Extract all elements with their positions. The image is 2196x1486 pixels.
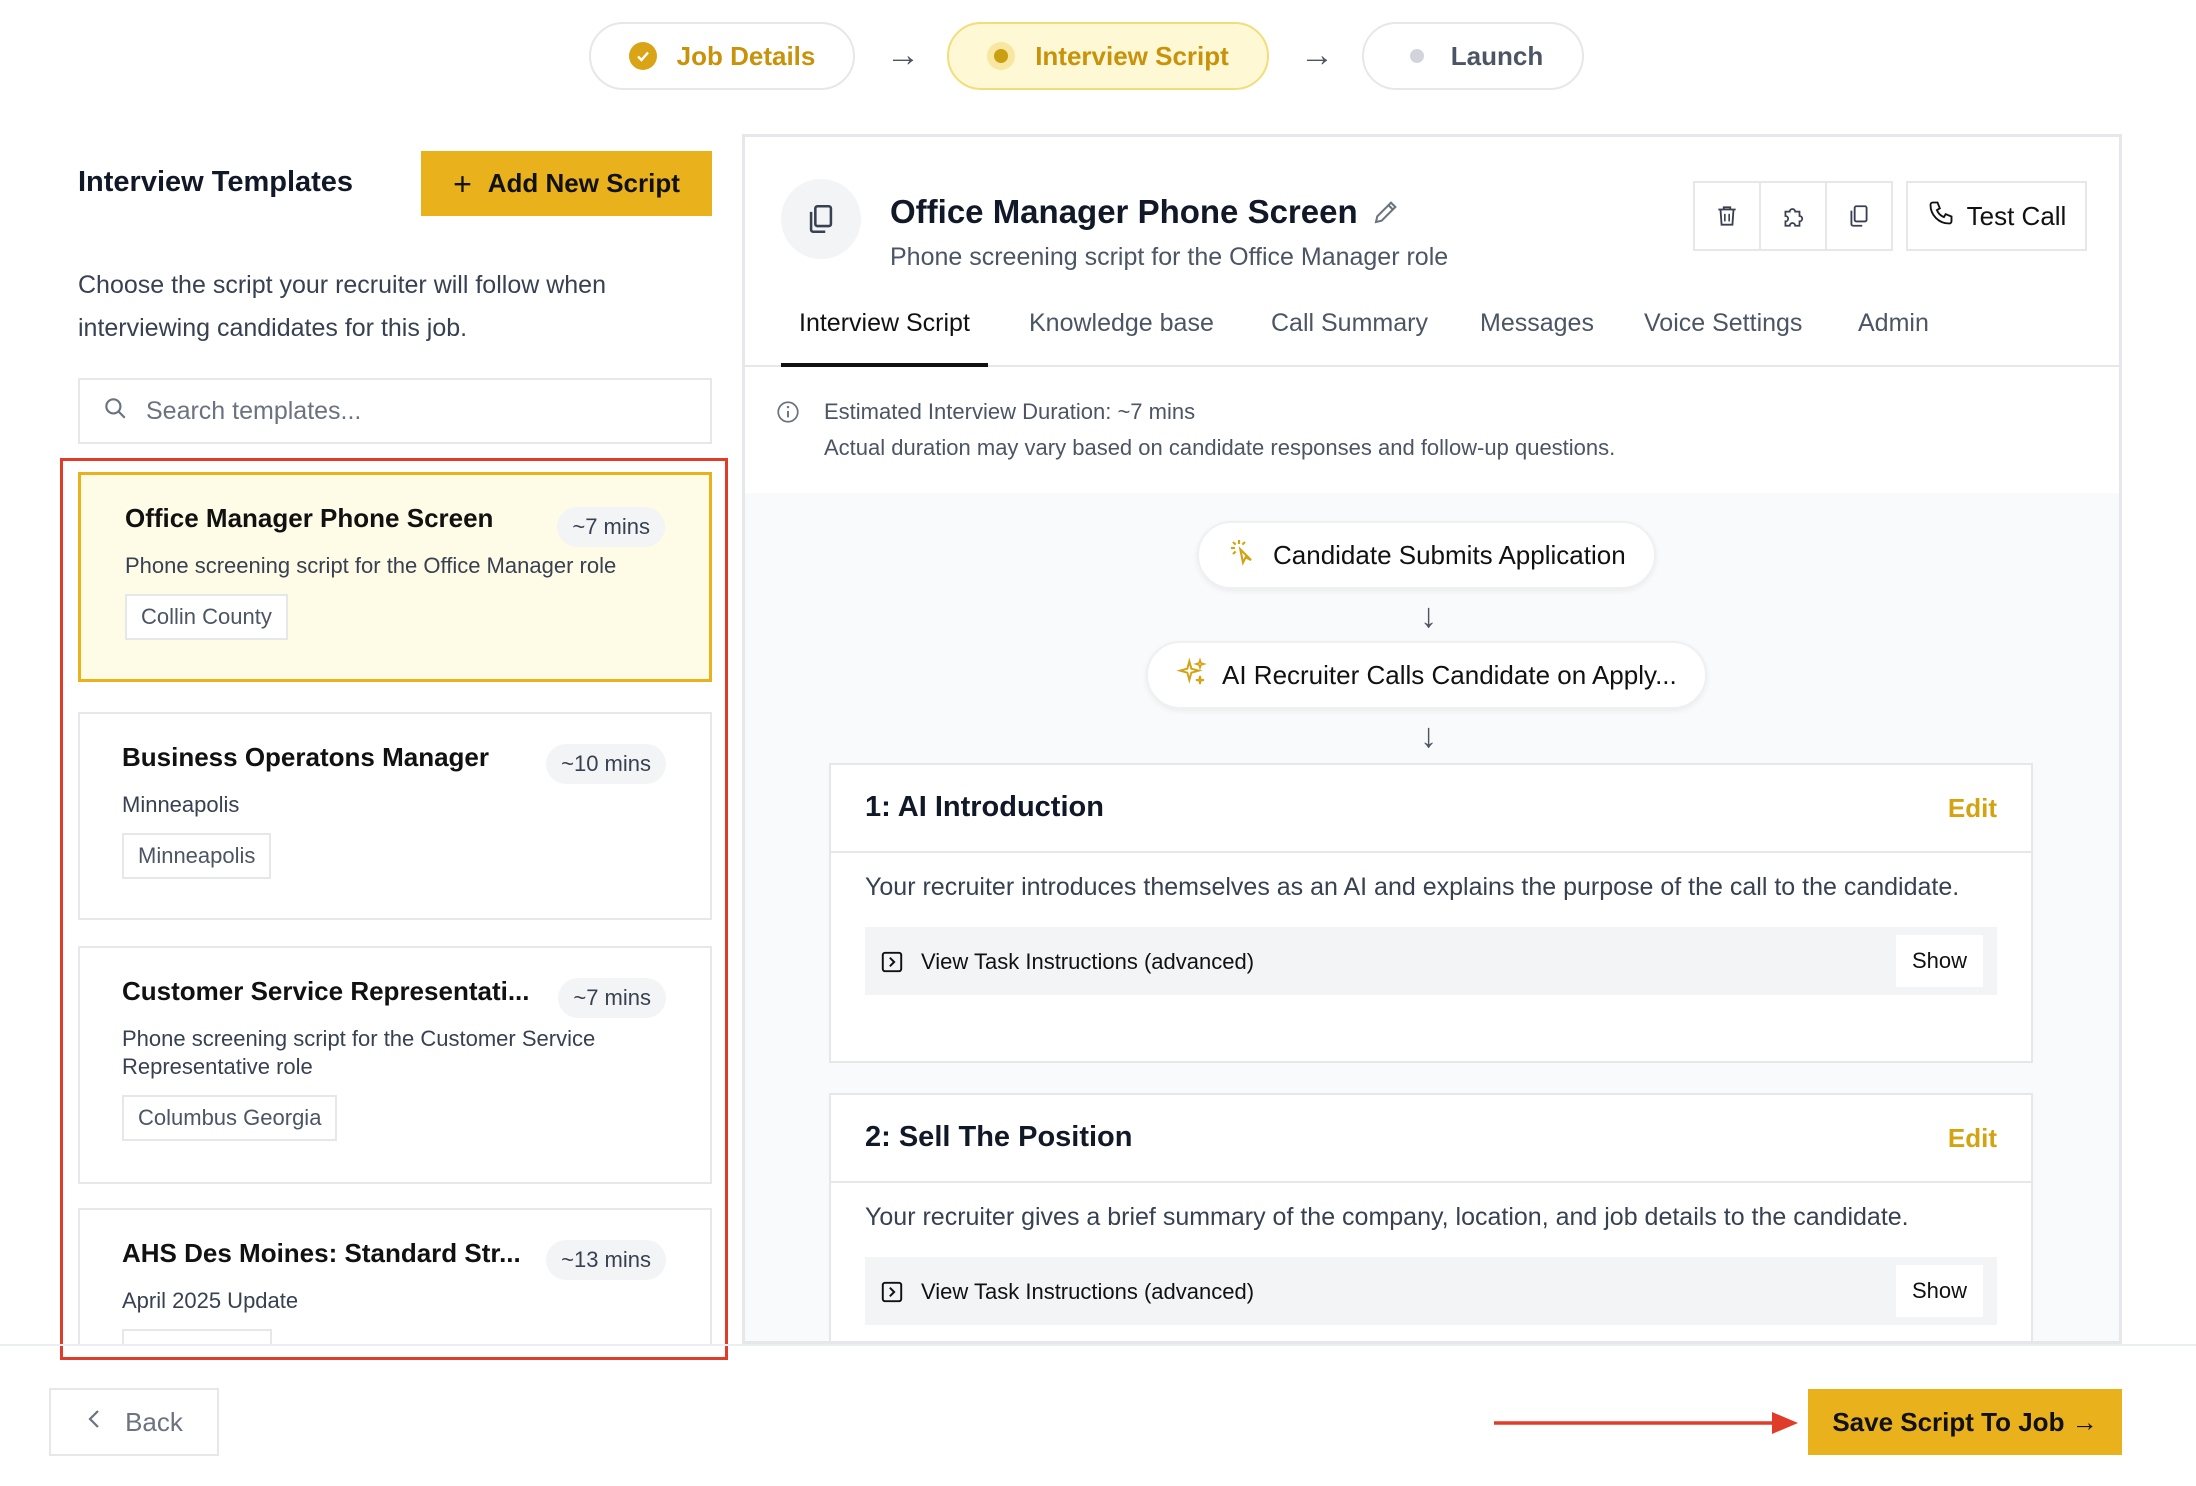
step-description: Your recruiter gives a brief summary of …	[865, 1203, 1909, 1231]
edit-link[interactable]: Edit	[1948, 1123, 1997, 1154]
search-icon	[102, 395, 128, 428]
trigger-label: Candidate Submits Application	[1273, 539, 1626, 570]
show-button[interactable]: Show	[1895, 935, 1983, 987]
step-label: Interview Script	[1035, 40, 1229, 71]
script-subtitle: Phone screening script for the Office Ma…	[890, 243, 1449, 271]
sparkles-icon	[1176, 656, 1208, 695]
document-icon	[781, 179, 861, 259]
tab-admin[interactable]: Admin	[1858, 297, 1929, 367]
show-button[interactable]: Show	[1895, 1265, 1983, 1317]
puzzle-icon[interactable]	[1761, 183, 1827, 249]
step-title: 1: AI Introduction	[865, 791, 1104, 823]
tab-interview-script[interactable]: Interview Script	[781, 297, 988, 367]
add-new-script-button[interactable]: + Add New Script	[421, 151, 712, 216]
script-step-card: 1: AI Introduction Edit Your recruiter i…	[829, 763, 2033, 1063]
arrow-down-icon: ↓	[1420, 597, 1437, 635]
action-node[interactable]: AI Recruiter Calls Candidate on Apply...	[1146, 641, 1707, 709]
script-title: Office Manager Phone Screen	[890, 193, 1358, 230]
task-instructions-row[interactable]: View Task Instructions (advanced) Show	[865, 927, 1997, 995]
templates-title: Interview Templates	[78, 166, 354, 198]
expand-square-icon	[879, 1279, 905, 1310]
back-button[interactable]: Back	[49, 1388, 219, 1456]
step-label: Job Details	[676, 40, 816, 71]
step-interview-script[interactable]: Interview Script	[947, 22, 1269, 90]
trigger-node[interactable]: Candidate Submits Application	[1197, 521, 1656, 589]
tab-messages[interactable]: Messages	[1480, 297, 1594, 367]
add-new-script-label: Add New Script	[487, 168, 680, 198]
step-label: Launch	[1450, 40, 1544, 71]
plus-icon: +	[453, 165, 472, 202]
estimate-note: Actual duration may vary based on candid…	[824, 435, 1616, 460]
active-dot-icon	[987, 42, 1016, 70]
expand-square-icon	[879, 949, 905, 980]
templates-description: Choose the script your recruiter will fo…	[78, 271, 606, 342]
pencil-icon[interactable]	[1371, 197, 1401, 232]
duration-estimate: Estimated Interview Duration: ~7 mins Ac…	[745, 369, 2119, 493]
step-title: 2: Sell The Position	[865, 1121, 1133, 1153]
script-step-card: 2: Sell The Position Edit Your recruiter…	[829, 1093, 2033, 1341]
script-actions	[1693, 181, 1893, 251]
tab-voice-settings[interactable]: Voice Settings	[1644, 297, 1802, 367]
annotation-arrow	[1494, 1412, 1798, 1434]
tab-knowledge-base[interactable]: Knowledge base	[1029, 297, 1214, 367]
task-instructions-label: View Task Instructions (advanced)	[921, 949, 1255, 974]
pending-dot-icon	[1403, 42, 1431, 70]
script-detail-panel: Office Manager Phone Screen Phone screen…	[742, 134, 2122, 1344]
arrow-right-icon: →	[1300, 36, 1334, 74]
phone-icon	[1927, 199, 1955, 234]
save-script-button[interactable]: Save Script To Job →	[1808, 1389, 2122, 1455]
task-instructions-row[interactable]: View Task Instructions (advanced) Show	[865, 1257, 1997, 1325]
annotation-highlight	[60, 458, 728, 1360]
trash-icon[interactable]	[1695, 183, 1761, 249]
script-flow-canvas: Candidate Submits Application ↓ AI Recru…	[745, 493, 2119, 1341]
task-instructions-label: View Task Instructions (advanced)	[921, 1279, 1255, 1304]
step-description: Your recruiter introduces themselves as …	[865, 873, 1960, 901]
check-circle-icon	[628, 42, 657, 70]
step-launch[interactable]: Launch	[1362, 22, 1584, 90]
footer-divider	[0, 1344, 2196, 1346]
edit-link[interactable]: Edit	[1948, 793, 1997, 824]
test-call-button[interactable]: Test Call	[1906, 181, 2087, 251]
tab-call-summary[interactable]: Call Summary	[1271, 297, 1428, 367]
chevron-left-icon	[85, 1407, 105, 1438]
click-sparkle-icon	[1227, 536, 1259, 575]
info-icon	[775, 399, 801, 430]
search-input[interactable]: Search templates...	[78, 378, 712, 444]
test-call-label: Test Call	[1966, 200, 2067, 231]
search-placeholder: Search templates...	[146, 396, 362, 425]
script-tabs: Interview Script Knowledge base Call Sum…	[745, 297, 2119, 367]
arrow-down-icon: ↓	[1420, 717, 1437, 755]
estimate-duration: Estimated Interview Duration: ~7 mins	[824, 399, 1196, 424]
copy-icon[interactable]	[1827, 183, 1891, 249]
arrow-right-icon: →	[886, 36, 920, 74]
action-label: AI Recruiter Calls Candidate on Apply...	[1222, 659, 1677, 690]
back-label: Back	[125, 1406, 183, 1437]
step-job-details[interactable]: Job Details	[589, 22, 855, 90]
